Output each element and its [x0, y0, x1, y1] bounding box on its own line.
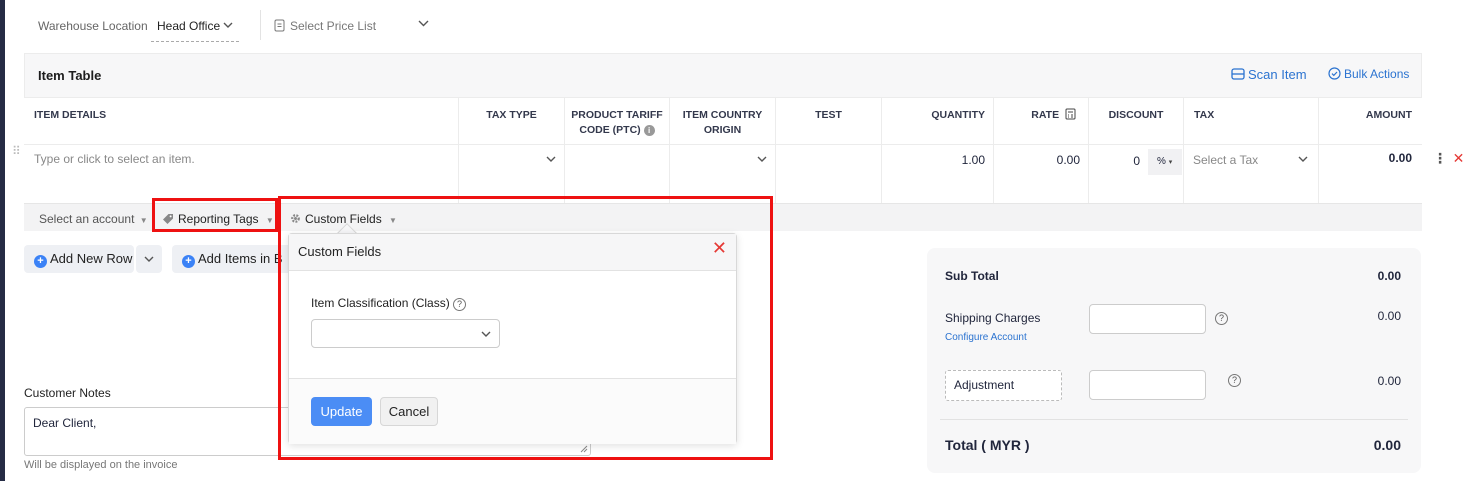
highlight-custom-fields: [278, 196, 773, 460]
sub-total-label: Sub Total: [945, 269, 999, 283]
info-icon[interactable]: i: [643, 125, 655, 136]
amount-value: 0.00: [1318, 145, 1422, 203]
configure-account-link[interactable]: Configure Account: [945, 332, 1027, 343]
test-input[interactable]: [775, 145, 881, 203]
totals-divider: [940, 419, 1408, 420]
drag-handle-icon[interactable]: ⠿: [12, 145, 21, 157]
bulk-actions-label: Bulk Actions: [1344, 67, 1410, 81]
plus-circle-icon: +: [182, 255, 195, 268]
scan-item-button[interactable]: Scan Item: [1231, 67, 1307, 82]
warehouse-select[interactable]: Head Office: [151, 14, 239, 42]
bulk-actions-button[interactable]: Bulk Actions: [1328, 67, 1409, 81]
highlight-reporting-tags: [152, 198, 278, 232]
col-tax-type: TAX TYPE: [458, 98, 564, 146]
col-amount: AMOUNT: [1318, 98, 1422, 146]
divider: [260, 10, 261, 40]
tax-select[interactable]: Select a Tax: [1183, 145, 1318, 203]
col-tax: TAX: [1183, 98, 1318, 146]
check-circle-icon: [1328, 67, 1341, 80]
price-list-select[interactable]: Select Price List: [274, 19, 376, 33]
warehouse-label: Warehouse Location: [38, 19, 148, 33]
col-rate: RATE: [993, 98, 1088, 146]
item-input[interactable]: Type or click to select an item.: [24, 145, 458, 203]
item-table-header: ITEM DETAILS TAX TYPE PRODUCT TARIFF COD…: [24, 97, 1422, 146]
row-actions: ⋮ ✕: [1433, 150, 1464, 167]
add-items-bulk-button[interactable]: + Add Items in B: [172, 245, 292, 273]
country-origin-select[interactable]: [669, 145, 775, 203]
calculator-icon[interactable]: [1065, 108, 1076, 120]
rate-input[interactable]: 0.00: [993, 145, 1088, 203]
table-row: Type or click to select an item. 1.00 0.…: [24, 145, 1422, 203]
item-table-title: Item Table: [38, 68, 102, 83]
account-select[interactable]: Select an account ▼: [39, 212, 148, 226]
total-label: Total ( MYR ): [945, 437, 1030, 453]
plus-circle-icon: +: [34, 255, 47, 268]
kebab-icon[interactable]: ⋮: [1433, 150, 1447, 166]
scan-item-label: Scan Item: [1248, 67, 1307, 82]
chevron-down-icon: [223, 22, 233, 28]
left-nav-edge: [0, 0, 5, 481]
shipping-input[interactable]: [1089, 304, 1206, 334]
ptc-input[interactable]: [564, 145, 669, 203]
col-test: TEST: [775, 98, 881, 146]
chevron-down-icon: [1298, 156, 1308, 162]
price-list-placeholder: Select Price List: [290, 19, 377, 33]
total-value: 0.00: [1373, 437, 1401, 453]
adjustment-label-input[interactable]: Adjustment: [945, 370, 1062, 401]
col-item-details: ITEM DETAILS: [34, 109, 107, 121]
quantity-input[interactable]: 1.00: [881, 145, 993, 203]
shipping-value: 0.00: [1377, 309, 1401, 323]
discount-unit-select[interactable]: % ▾: [1148, 149, 1182, 175]
scan-icon: [1231, 68, 1245, 80]
adjustment-value: 0.00: [1377, 374, 1401, 388]
adjustment-input[interactable]: [1089, 370, 1206, 400]
discount-cell: 0 % ▾: [1088, 145, 1183, 203]
customer-notes-text: Dear Client,: [33, 416, 97, 430]
sub-total-value: 0.00: [1377, 269, 1401, 283]
help-icon[interactable]: ?: [1215, 312, 1228, 325]
close-icon[interactable]: ✕: [1453, 150, 1465, 166]
shipping-label: Shipping Charges: [945, 311, 1041, 325]
warehouse-value: Head Office: [157, 19, 221, 33]
tax-type-select[interactable]: [458, 145, 564, 203]
add-new-row-button[interactable]: + Add New Row: [24, 245, 134, 273]
chevron-down-icon: [144, 256, 154, 262]
col-ptc: PRODUCT TARIFF CODE (PTC) i: [564, 98, 669, 146]
document-icon: [274, 19, 285, 32]
help-icon[interactable]: ?: [1228, 374, 1241, 387]
discount-input[interactable]: 0: [1133, 154, 1140, 168]
notes-hint: Will be displayed on the invoice: [24, 459, 178, 471]
customer-notes-label: Customer Notes: [24, 386, 111, 400]
chevron-down-icon: [757, 156, 767, 162]
add-row-dropdown[interactable]: [136, 245, 162, 273]
col-quantity: QUANTITY: [881, 98, 993, 146]
col-country-origin: ITEM COUNTRY ORIGIN: [669, 98, 775, 146]
chevron-down-icon: [546, 156, 556, 162]
chevron-down-icon[interactable]: [418, 20, 429, 27]
col-discount: DISCOUNT: [1088, 98, 1183, 146]
